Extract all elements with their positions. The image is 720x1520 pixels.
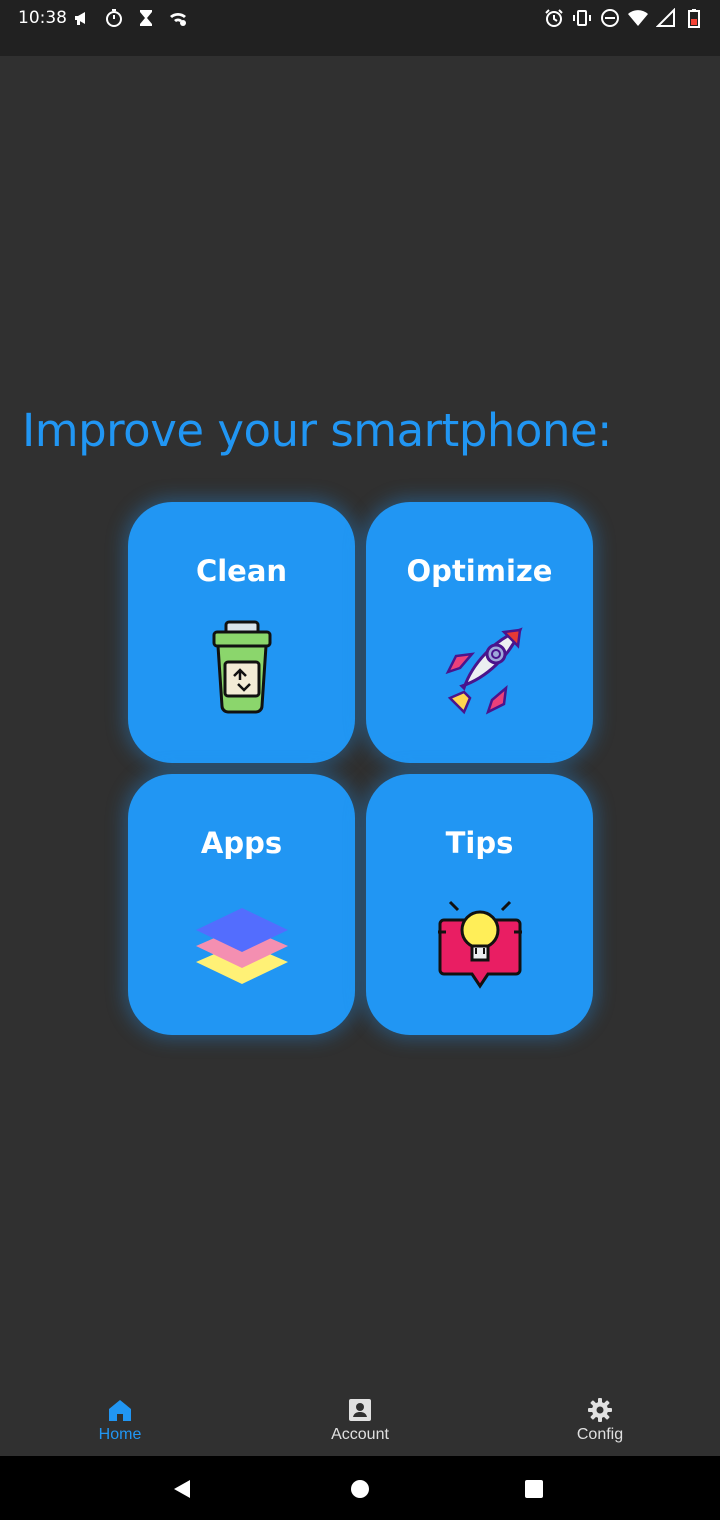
status-time: 10:38 — [18, 8, 67, 28]
nav-home[interactable]: Home — [50, 1396, 190, 1444]
megaphone-icon — [72, 8, 92, 28]
battery-icon — [684, 8, 704, 28]
recycle-bin-icon — [192, 618, 292, 718]
nav-account-label: Account — [331, 1426, 389, 1443]
wifi-icon — [628, 8, 648, 28]
page-title: Improve your smartphone: — [22, 404, 612, 457]
layers-icon — [192, 890, 292, 990]
hourglass-icon — [136, 8, 156, 28]
nav-config[interactable]: Config — [530, 1396, 670, 1444]
account-icon — [346, 1396, 374, 1424]
home-icon — [106, 1396, 134, 1424]
bottom-navigation: Home Account Config — [0, 1384, 720, 1456]
alarm-icon — [544, 8, 564, 28]
nav-config-label: Config — [576, 1426, 624, 1443]
gear-icon — [586, 1396, 614, 1424]
clean-label: Clean — [195, 554, 288, 588]
wifi-calling-icon — [168, 8, 188, 28]
recent-apps-icon[interactable] — [523, 1478, 545, 1500]
timer-icon — [104, 8, 124, 28]
home-circle-icon[interactable] — [349, 1478, 371, 1500]
apps-button[interactable]: Apps — [128, 774, 355, 1035]
clean-button[interactable]: Clean — [128, 502, 355, 763]
status-notification-icons — [72, 7, 188, 29]
vibrate-icon — [572, 8, 592, 28]
optimize-label: Optimize — [406, 554, 553, 588]
tips-button[interactable]: Tips — [366, 774, 593, 1035]
rocket-icon — [430, 618, 530, 718]
status-bar: 10:38 — [0, 0, 720, 56]
app-screen: 10:38 Improve your smartphone: Clean Opt… — [0, 0, 720, 1520]
tips-label: Tips — [445, 826, 514, 860]
apps-label: Apps — [200, 826, 283, 860]
lightbulb-icon — [430, 890, 530, 990]
signal-icon — [656, 8, 676, 28]
nav-account[interactable]: Account — [290, 1396, 430, 1444]
status-system-icons — [544, 7, 704, 29]
system-navigation-bar — [0, 1456, 720, 1520]
optimize-button[interactable]: Optimize — [366, 502, 593, 763]
nav-home-label: Home — [98, 1426, 142, 1443]
back-icon[interactable] — [172, 1478, 194, 1500]
dnd-icon — [600, 8, 620, 28]
